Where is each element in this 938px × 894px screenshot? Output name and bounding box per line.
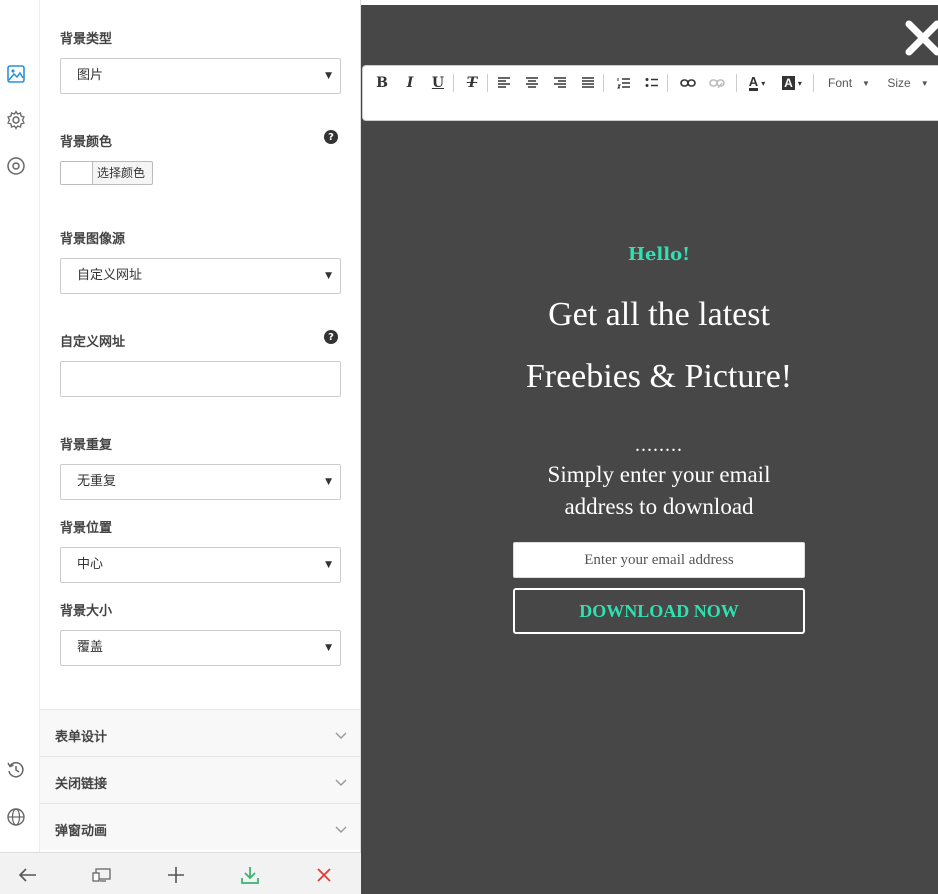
link-icon[interactable]	[679, 73, 697, 93]
bg-size-select[interactable]: 覆盖 ▼	[60, 630, 341, 666]
chevron-down-icon	[335, 725, 347, 744]
history-icon[interactable]	[5, 759, 27, 781]
device-preview-icon[interactable]	[91, 864, 113, 886]
back-icon[interactable]	[17, 864, 39, 886]
bg-size-label: 背景大小	[60, 604, 113, 619]
caret-down-icon: ▼	[325, 643, 332, 653]
caret-down-icon: ▼	[325, 271, 332, 281]
caret-down-icon: ▼	[920, 78, 929, 88]
align-left-icon[interactable]	[496, 73, 512, 93]
caret-down-icon: ▼	[325, 71, 332, 81]
gear-icon[interactable]	[5, 109, 27, 131]
image-icon[interactable]	[5, 63, 27, 85]
bg-image-source-label: 背景图像源	[60, 232, 126, 247]
popup-subtext-line1: Simply enter your email	[547, 462, 771, 487]
icon-rail	[0, 0, 40, 852]
plus-icon[interactable]	[165, 864, 187, 886]
bg-image-source-value: 自定义网址	[77, 268, 143, 283]
target-icon[interactable]	[5, 155, 27, 177]
bg-image-source-select[interactable]: 自定义网址 ▼	[60, 258, 341, 294]
text-color-label: A	[748, 74, 759, 91]
text-color-button[interactable]: A ▾	[744, 73, 770, 93]
color-picker-label: 选择颜色	[97, 166, 146, 180]
italic-button[interactable]: I	[403, 73, 417, 93]
bg-type-select[interactable]: 图片 ▼	[60, 58, 341, 94]
align-center-icon[interactable]	[524, 73, 540, 93]
caret-down-icon: ▾	[797, 78, 802, 88]
align-justify-icon[interactable]	[580, 73, 596, 93]
popup-headline-line1: Get all the latest	[548, 296, 770, 333]
download-now-button[interactable]: DOWNLOAD NOW	[513, 588, 805, 634]
toolbar-divider	[667, 74, 668, 92]
section-title: 弹窗动画	[55, 824, 108, 839]
section-form-design[interactable]: 表单设计	[40, 709, 360, 756]
clear-format-button[interactable]: T	[463, 73, 481, 93]
help-icon[interactable]: ?	[324, 130, 338, 144]
color-picker[interactable]: 选择颜色	[60, 161, 153, 185]
align-right-icon[interactable]	[552, 73, 568, 93]
bg-type-value: 图片	[77, 68, 104, 83]
section-title: 表单设计	[55, 730, 108, 745]
toolbar-divider	[736, 74, 737, 92]
bg-repeat-value: 无重复	[77, 474, 117, 489]
close-icon[interactable]	[313, 864, 335, 886]
bg-position-select[interactable]: 中心 ▼	[60, 547, 341, 583]
top-divider	[361, 0, 938, 5]
chevron-down-icon	[335, 819, 347, 838]
popup-headline-line2: Freebies & Picture!	[525, 358, 793, 395]
toolbar-divider	[813, 74, 814, 92]
unlink-icon[interactable]	[708, 73, 726, 93]
download-icon[interactable]	[239, 864, 261, 886]
custom-url-label: 自定义网址	[60, 335, 126, 350]
bg-color-label: 背景颜色	[60, 135, 113, 150]
globe-icon[interactable]	[5, 806, 27, 828]
caret-down-icon: ▾	[761, 78, 766, 88]
size-dropdown-label: Size	[887, 76, 911, 90]
popup-preview: B I U T A ▾ A ▾ Font ▼ Size ▼ Hello! Get…	[361, 0, 938, 894]
chevron-down-icon	[335, 772, 347, 791]
help-icon[interactable]: ?	[324, 330, 338, 344]
section-title: 关闭链接	[55, 777, 108, 792]
bg-repeat-select[interactable]: 无重复 ▼	[60, 464, 341, 500]
size-dropdown[interactable]: Size ▼	[884, 73, 932, 93]
font-dropdown[interactable]: Font ▼	[825, 73, 873, 93]
toolbar-divider	[487, 74, 488, 92]
close-popup-icon[interactable]	[903, 18, 938, 58]
bold-button[interactable]: B	[375, 73, 389, 93]
bg-color-label: A	[782, 76, 795, 90]
bg-position-value: 中心	[77, 557, 104, 572]
toolbar-divider	[453, 74, 454, 92]
bullet-list-icon[interactable]	[644, 73, 660, 93]
bg-position-label: 背景位置	[60, 521, 113, 536]
color-swatch[interactable]	[61, 162, 93, 184]
popup-dots: ........	[635, 434, 683, 456]
caret-down-icon: ▼	[862, 78, 870, 88]
bg-color-button[interactable]: A ▾	[779, 73, 805, 93]
bg-type-label: 背景类型	[60, 32, 113, 47]
popup-greeting: Hello!	[627, 244, 691, 265]
toolbar-divider	[603, 74, 604, 92]
rich-text-toolbar: B I U T A ▾ A ▾ Font ▼ Size ▼	[362, 65, 938, 121]
section-popup-animation[interactable]: 弹窗动画	[40, 803, 360, 850]
caret-down-icon: ▼	[325, 477, 332, 487]
settings-panel: 背景类型 图片 ▼ 背景颜色 ? 选择颜色 背景图像源 自定义网址 ▼ 自定义网…	[40, 0, 361, 852]
email-input[interactable]: Enter your email address	[513, 542, 805, 578]
section-close-link[interactable]: 关闭链接	[40, 756, 360, 803]
underline-button[interactable]: U	[431, 73, 445, 93]
bg-size-value: 覆盖	[77, 640, 104, 655]
bottom-toolbar	[0, 852, 361, 894]
font-dropdown-label: Font	[828, 76, 853, 90]
bg-repeat-label: 背景重复	[60, 438, 113, 453]
caret-down-icon: ▼	[325, 560, 332, 570]
custom-url-input[interactable]	[60, 361, 341, 397]
ordered-list-icon[interactable]	[616, 73, 632, 93]
popup-subtext-line2: address to download	[564, 494, 754, 519]
